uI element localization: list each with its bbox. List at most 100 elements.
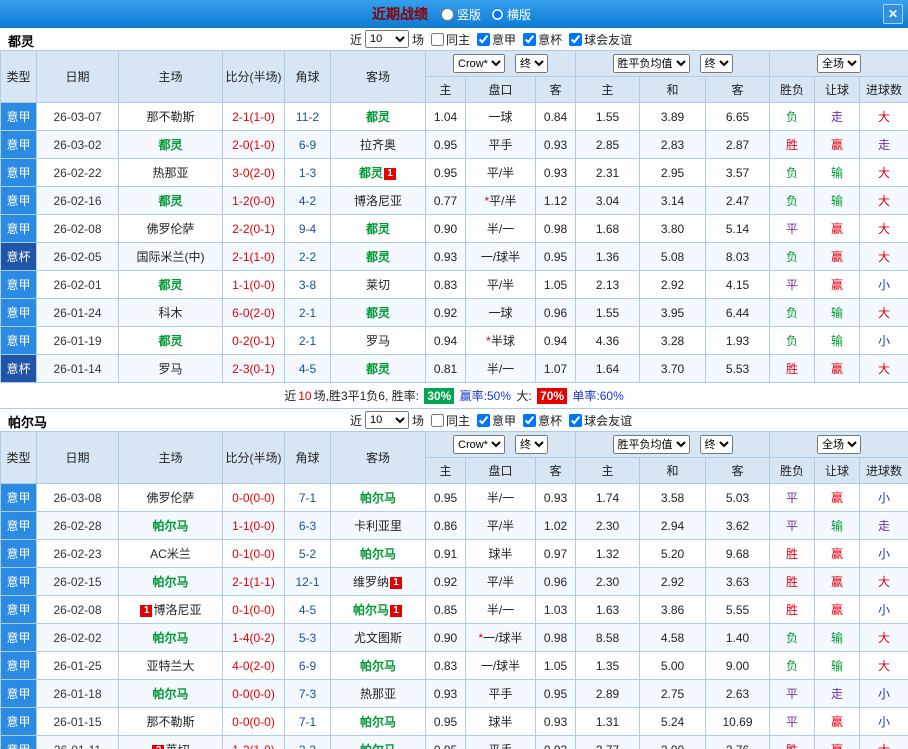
- away-team-cell: 都灵 1: [330, 158, 426, 187]
- filter-serie-a[interactable]: 意甲: [477, 31, 516, 48]
- focus-team-name: 都灵: [365, 306, 390, 320]
- opponent-team-name: 卡利亚里: [353, 519, 402, 533]
- same-home-checkbox[interactable]: [431, 32, 445, 46]
- section-header: 都灵 近 10 场 同主 意甲 意杯 球会友谊: [0, 28, 908, 50]
- bookmaker-select[interactable]: Crow*: [453, 435, 505, 454]
- filter-club-friendly[interactable]: 球会友谊: [569, 412, 632, 429]
- col-euro-away: 客: [704, 76, 771, 103]
- league-type-cell: 意甲: [0, 511, 37, 540]
- asian-away-odds-cell: 1.03: [535, 595, 576, 624]
- date-cell: 26-02-16: [36, 186, 119, 215]
- asian-final-select[interactable]: 终: [515, 54, 548, 73]
- col-asian-home: 主: [425, 457, 466, 484]
- focus-team-name: 都灵: [365, 222, 390, 236]
- euro-odds-select[interactable]: 胜平负均值: [612, 435, 690, 454]
- corners-cell: 6-3: [284, 511, 331, 540]
- opponent-team-name: 国际米兰(中): [136, 250, 205, 264]
- same-home-checkbox[interactable]: [431, 413, 445, 427]
- opponent-team-name: 热那亚: [359, 687, 396, 701]
- bookmaker-select[interactable]: Crow*: [453, 54, 505, 73]
- asian-away-odds-cell: 0.94: [535, 326, 576, 355]
- score-cell: 2-2(0-1): [222, 214, 285, 243]
- asian-final-select[interactable]: 终: [515, 435, 548, 454]
- handicap-line-cell: 一/球半: [465, 651, 536, 680]
- euro-win-odds-cell: 2.77: [575, 735, 640, 749]
- serie-a-checkbox[interactable]: [477, 32, 491, 46]
- away-team-cell: 帕尔马: [330, 707, 426, 736]
- col-handicap-line: 盘口: [465, 457, 536, 484]
- scope-select[interactable]: 全场: [817, 435, 862, 454]
- games-label: 场: [412, 413, 425, 428]
- euro-lose-odds-cell: 5.55: [704, 595, 771, 624]
- euro-odds-select[interactable]: 胜平负均值: [612, 54, 690, 73]
- score-cell: 0-0(0-0): [222, 483, 285, 512]
- home-team-cell: AC米兰: [118, 539, 223, 568]
- euro-draw-odds-cell: 5.08: [639, 242, 706, 271]
- date-cell: 26-01-14: [36, 354, 119, 383]
- euro-win-odds-cell: 2.13: [575, 270, 640, 299]
- result-cell: 胜: [769, 595, 816, 624]
- coppa-italia-checkbox[interactable]: [523, 32, 537, 46]
- euro-final-select[interactable]: 终: [699, 435, 733, 454]
- euro-win-odds-cell: 1.36: [575, 242, 640, 271]
- opponent-team-name: 罗马: [158, 362, 183, 376]
- euro-lose-odds-cell: 9.00: [704, 651, 771, 680]
- near-label: 近: [350, 32, 363, 47]
- layout-vertical-radio[interactable]: [440, 7, 454, 21]
- result-cell: 负: [769, 651, 816, 680]
- col-date: 日期: [36, 431, 119, 484]
- goals-result-cell: 小: [859, 679, 908, 708]
- asian-home-odds-cell: 0.86: [425, 511, 466, 540]
- filter-coppa-italia[interactable]: 意杯: [523, 412, 562, 429]
- focus-team-name: 帕尔马: [359, 659, 396, 673]
- summary-count: 10: [298, 389, 312, 403]
- home-team-cell: 佛罗伦萨: [118, 483, 223, 512]
- club-friendly-checkbox[interactable]: [569, 413, 583, 427]
- layout-vertical-option[interactable]: 竖版: [440, 6, 481, 23]
- filter-club-friendly[interactable]: 球会友谊: [569, 31, 632, 48]
- filter-coppa-italia[interactable]: 意杯: [523, 31, 562, 48]
- col-corners: 角球: [284, 50, 331, 103]
- opponent-team-name: AC米兰: [150, 547, 191, 561]
- games-count-select[interactable]: 10: [365, 30, 410, 48]
- home-team-cell: 亚特兰大: [118, 651, 223, 680]
- asian-away-odds-cell: 0.84: [535, 102, 576, 131]
- filter-same-home[interactable]: 同主: [431, 412, 470, 429]
- home-team-cell: 那不勒斯: [118, 102, 223, 131]
- handicap-line-cell: 平/半: [465, 158, 536, 187]
- close-icon[interactable]: ✕: [883, 4, 903, 24]
- asian-away-odds-cell: 0.93: [535, 130, 576, 159]
- stats-summary: 近 10 场,胜3平1负6, 胜率: 30% 赢率:50% 大: 70% 单率:60…: [0, 383, 908, 409]
- result-cell: 负: [769, 158, 816, 187]
- euro-draw-odds-cell: 5.00: [639, 651, 706, 680]
- home-team-cell: 都灵: [118, 130, 223, 159]
- euro-draw-odds-cell: 3.89: [639, 102, 706, 131]
- handicap-rate-text: 赢率:50%: [456, 389, 515, 403]
- games-count-select[interactable]: 10: [365, 411, 410, 429]
- home-team-cell: 佛罗伦萨: [118, 214, 223, 243]
- club-friendly-checkbox[interactable]: [569, 32, 583, 46]
- goals-result-cell: 大: [859, 298, 908, 327]
- filter-same-home[interactable]: 同主: [431, 31, 470, 48]
- layout-horizontal-option[interactable]: 横版: [491, 6, 531, 23]
- filter-serie-a[interactable]: 意甲: [477, 412, 516, 429]
- serie-a-checkbox[interactable]: [477, 413, 491, 427]
- handicap-result-cell: 走: [814, 102, 861, 131]
- euro-win-odds-cell: 1.68: [575, 214, 640, 243]
- corners-cell: 7-3: [284, 679, 331, 708]
- team-section-torino: 都灵 近 10 场 同主 意甲 意杯 球会友谊 类型 日期 主场 比分(半场) …: [0, 28, 908, 409]
- handicap-line-cell: *平/半: [465, 186, 536, 215]
- focus-team-name: 都灵: [365, 362, 390, 376]
- scope-select[interactable]: 全场: [817, 54, 862, 73]
- coppa-italia-checkbox[interactable]: [523, 413, 537, 427]
- layout-horizontal-radio[interactable]: [491, 7, 504, 21]
- euro-final-select[interactable]: 终: [699, 54, 733, 73]
- handicap-line-cell: 平手: [465, 735, 536, 749]
- corners-cell: 6-9: [284, 651, 331, 680]
- euro-lose-odds-cell: 2.87: [704, 130, 771, 159]
- away-team-cell: 都灵: [330, 242, 426, 271]
- date-cell: 26-02-15: [36, 567, 119, 596]
- handicap-result-cell: 输: [814, 298, 861, 327]
- match-row: 意甲 26-01-15 那不勒斯 0-0(0-0) 7-1 帕尔马 0.95 球半 0.93 1.…: [0, 707, 908, 736]
- euro-lose-odds-cell: 5.03: [704, 483, 771, 512]
